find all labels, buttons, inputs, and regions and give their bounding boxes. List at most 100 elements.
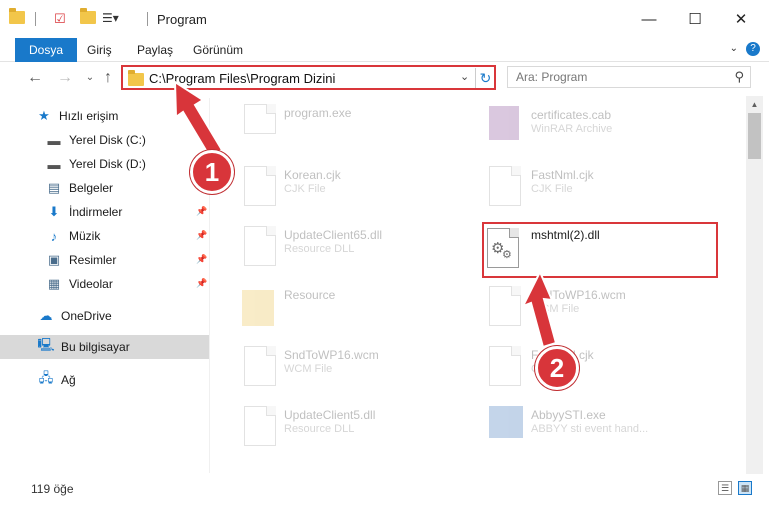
file-type: WCM File <box>531 303 580 315</box>
scroll-thumb[interactable] <box>748 113 761 159</box>
address-path[interactable]: C:\Program Files\Program Dizini <box>149 71 335 86</box>
sidebar-item-onedrive[interactable]: ☁ OneDrive <box>38 304 209 328</box>
help-icon[interactable]: ? <box>746 42 760 56</box>
search-icon[interactable]: ⚲ <box>734 69 744 85</box>
file-item[interactable]: Korean.cjk CJK File <box>238 160 468 216</box>
sidebar-item-local-disk-c[interactable]: ▬ Yerel Disk (C:) <box>46 128 209 152</box>
computer-icon: 🖳 <box>37 337 55 352</box>
refresh-icon: ↻ <box>479 70 492 86</box>
step-1-badge: 1 <box>190 150 234 194</box>
exe-file-icon <box>489 406 523 438</box>
download-icon: ⬇ <box>48 204 60 219</box>
pin-icon[interactable]: 📌 <box>196 206 207 217</box>
file-name: certificates.cab <box>531 108 612 122</box>
file-item[interactable]: AbbyySTI.exe ABBYY sti event hand... <box>485 400 715 456</box>
sidebar-item-label: Ağ <box>61 373 76 387</box>
file-name: SndToWP16.wcm <box>531 288 626 302</box>
network-icon: 🖧 <box>38 370 54 385</box>
file-type: CJK File <box>531 183 573 195</box>
search-input[interactable] <box>516 70 721 84</box>
divider <box>35 12 36 26</box>
archive-file-icon <box>489 106 519 140</box>
details-view-icon[interactable]: ☰ <box>718 481 732 495</box>
dll-file-icon <box>244 226 276 266</box>
file-item[interactable]: program.exe <box>238 100 468 156</box>
tab-share[interactable]: Paylaş <box>137 38 173 62</box>
recent-locations-button[interactable]: ⌄ <box>80 68 100 88</box>
sidebar-item-label: Bu bilgisayar <box>61 340 130 354</box>
back-button[interactable]: ← <box>25 68 45 88</box>
file-name: UpdateClient5.dll <box>284 408 376 422</box>
sidebar-item-label: Yerel Disk (C:) <box>69 133 146 147</box>
file-name: UpdateClient65.dll <box>284 228 383 242</box>
document-file-icon <box>489 166 521 206</box>
new-folder-icon[interactable] <box>80 8 96 24</box>
arrow-right-icon: → <box>57 69 73 86</box>
file-item[interactable]: certificates.cab WinRAR Archive <box>485 100 715 156</box>
forward-button[interactable]: → <box>55 68 75 88</box>
chevron-down-icon[interactable]: ⌄ <box>460 70 469 83</box>
tab-home[interactable]: Giriş <box>87 38 112 62</box>
vertical-scrollbar[interactable]: ▲ <box>746 96 763 474</box>
maximize-icon: ☐ <box>688 11 702 28</box>
sidebar-item-label: Yerel Disk (D:) <box>69 157 146 171</box>
arrow-left-icon: ← <box>27 69 43 86</box>
refresh-button[interactable]: ↻ <box>475 68 495 88</box>
file-name: program.exe <box>284 106 352 120</box>
search-box[interactable]: ⚲ <box>507 66 751 88</box>
step-2-badge: 2 <box>535 346 579 390</box>
tab-view[interactable]: Görünüm <box>193 38 243 62</box>
address-bar[interactable]: C:\Program Files\Program Dizini ⌄ ↻ <box>121 65 496 90</box>
file-item[interactable]: SndToWP16.wcm WCM File <box>485 280 715 336</box>
document-file-icon <box>244 346 276 386</box>
window-title: Program <box>157 12 207 27</box>
music-icon: ♪ <box>50 228 58 244</box>
file-item[interactable]: FastNml.cjk CJK File <box>485 340 715 396</box>
sidebar-item-documents[interactable]: ▤ Belgeler <box>46 176 209 200</box>
minimize-icon: — <box>641 10 657 28</box>
up-button[interactable]: ↑ <box>98 68 118 88</box>
properties-icon[interactable]: ☑ <box>54 11 66 27</box>
large-icons-view-icon[interactable]: ▦ <box>738 481 752 495</box>
close-button[interactable]: ✕ <box>718 0 764 38</box>
file-item[interactable]: FastNml.cjk CJK File <box>485 160 715 216</box>
folder-name: Resource <box>284 288 336 302</box>
sidebar-item-quick-access[interactable]: ★ Hızlı erişim <box>36 104 245 128</box>
minimize-button[interactable]: — <box>626 0 672 38</box>
sidebar-item-videos[interactable]: ▦ Videolar 📌 <box>46 272 209 296</box>
file-name: Korean.cjk <box>284 168 341 182</box>
exe-file-icon <box>244 104 276 134</box>
sidebar-item-label: Belgeler <box>69 181 114 195</box>
sidebar-item-label: Müzik <box>69 229 101 243</box>
highlight-box <box>482 222 718 278</box>
file-item[interactable]: UpdateClient5.dll Resource DLL <box>238 400 468 456</box>
pin-icon[interactable]: 📌 <box>196 254 207 265</box>
scroll-up-icon[interactable]: ▲ <box>746 96 763 113</box>
navigation-pane: ★ Hızlı erişim ▬ Yerel Disk (C:) ▬ Yerel… <box>0 98 210 473</box>
pin-icon[interactable]: 📌 <box>196 230 207 241</box>
star-icon: ★ <box>38 108 50 123</box>
tab-file[interactable]: Dosya <box>15 38 78 62</box>
dll-file-icon <box>244 406 276 446</box>
cloud-icon: ☁ <box>39 308 53 323</box>
drive-icon: ▬ <box>47 156 61 172</box>
file-type: WCM File <box>284 363 333 375</box>
sidebar-item-this-pc[interactable]: 🖳 Bu bilgisayar <box>0 335 209 359</box>
file-item[interactable]: UpdateClient65.dll Resource DLL <box>238 220 468 276</box>
pin-icon[interactable]: 📌 <box>196 278 207 289</box>
document-file-icon <box>489 346 521 386</box>
customize-toolbar-icon[interactable]: ☰▾ <box>102 11 119 25</box>
file-item[interactable]: SndToWP16.wcm WCM File <box>238 340 468 396</box>
maximize-button[interactable]: ☐ <box>672 0 718 38</box>
file-type: Resource DLL <box>284 243 355 255</box>
sidebar-item-local-disk-d[interactable]: ▬ Yerel Disk (D:) <box>46 152 209 176</box>
sidebar-item-network[interactable]: 🖧 Ağ <box>38 368 209 392</box>
document-file-icon <box>489 286 521 326</box>
pictures-icon: ▣ <box>47 252 61 267</box>
file-type: Resource DLL <box>284 423 355 435</box>
sidebar-item-pictures[interactable]: ▣ Resimler 📌 <box>46 248 209 272</box>
sidebar-item-downloads[interactable]: ⬇ İndirmeler 📌 <box>46 200 209 224</box>
sidebar-item-music[interactable]: ♪ Müzik 📌 <box>46 224 209 248</box>
folder-item[interactable]: Resource <box>238 280 468 336</box>
expand-ribbon-icon[interactable]: ⌄ <box>730 43 738 54</box>
